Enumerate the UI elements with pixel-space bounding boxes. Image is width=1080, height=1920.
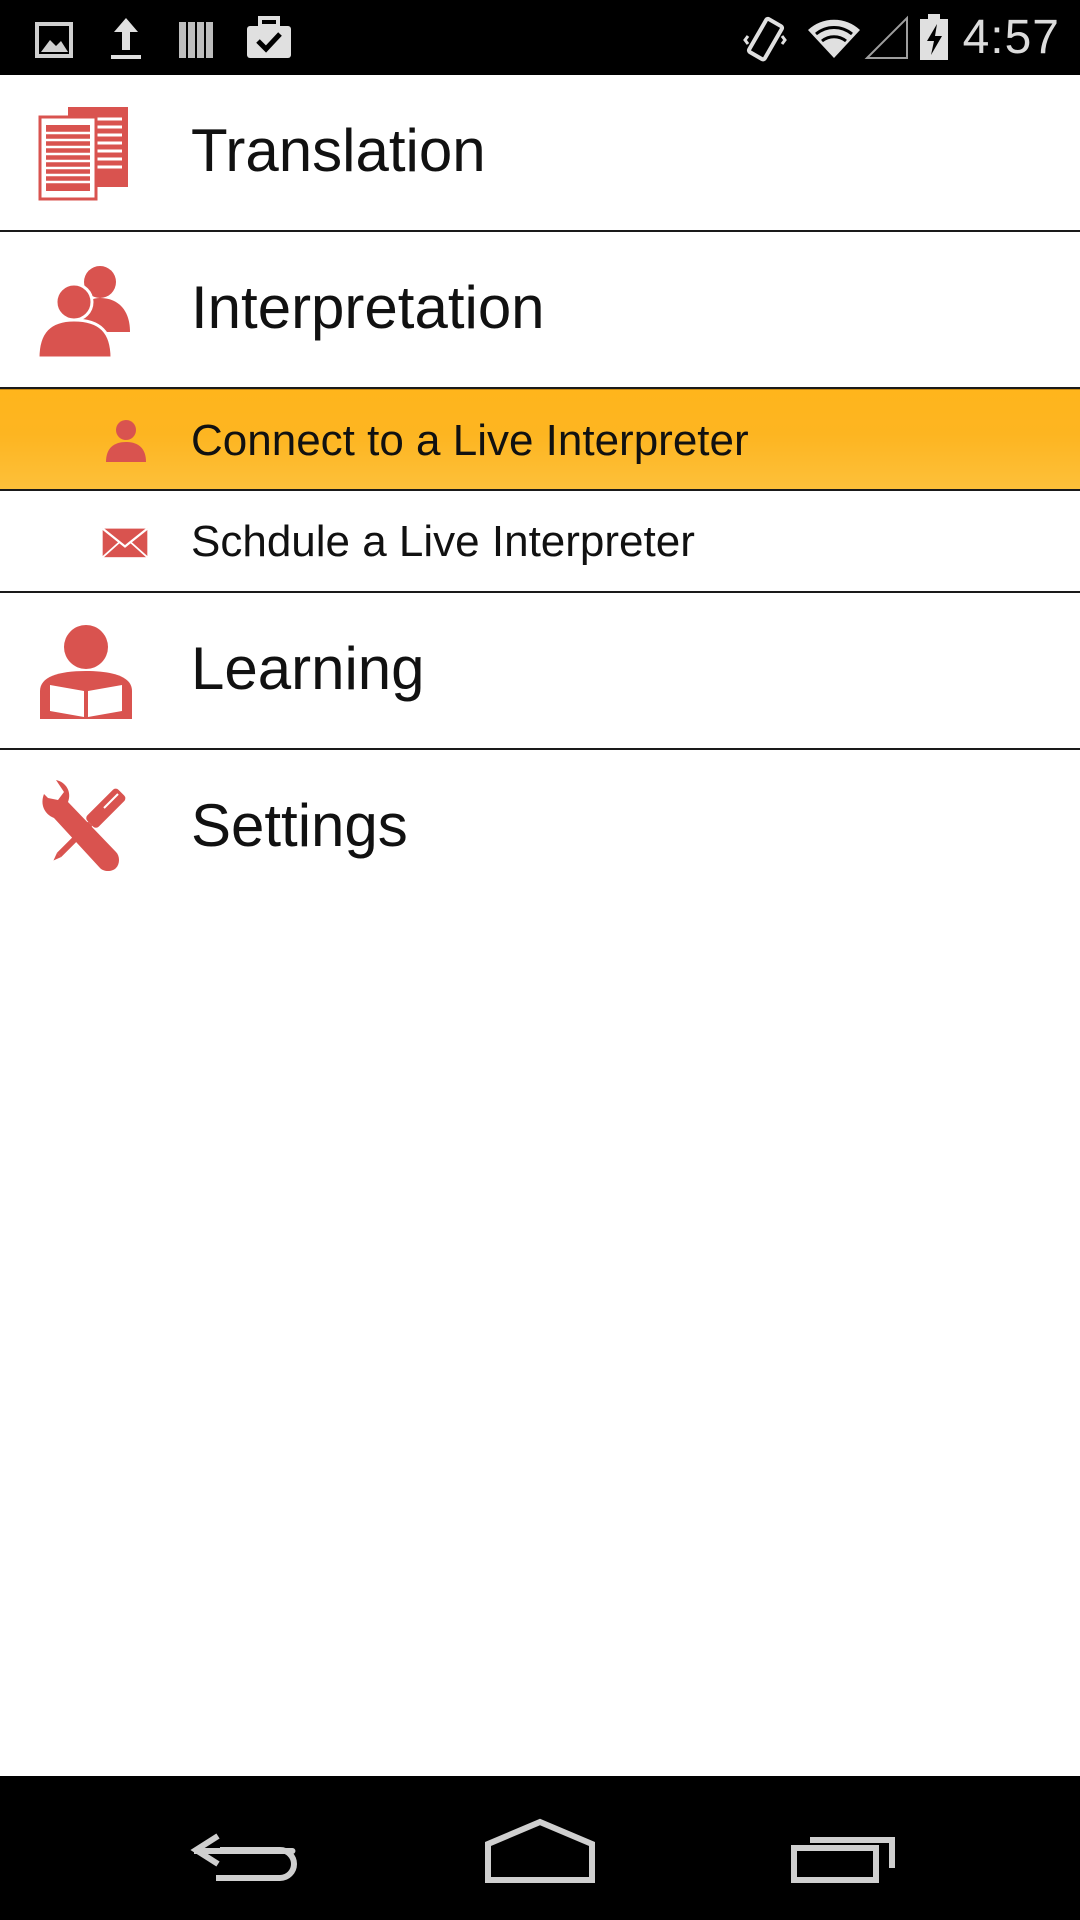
signal-icon	[864, 15, 908, 59]
library-icon	[179, 22, 213, 58]
gallery-icon	[35, 22, 73, 58]
navigation-bar	[0, 1776, 1080, 1920]
reader-icon	[40, 625, 132, 719]
menu-item-settings[interactable]: Settings	[0, 750, 1080, 907]
wifi-icon	[808, 19, 860, 58]
clock: 4:57	[962, 11, 1060, 64]
menu-item-learning[interactable]: Learning	[0, 593, 1080, 750]
menu-item-translation[interactable]: Translation	[0, 75, 1080, 232]
menu-item-label: Settings	[191, 792, 408, 859]
menu-item-label: Connect to a Live Interpreter	[191, 416, 749, 465]
menu-item-label: Learning	[191, 635, 425, 702]
people-icon	[38, 266, 130, 358]
recents-button[interactable]	[764, 1798, 924, 1898]
briefcase-check-icon	[247, 16, 291, 58]
battery-charging-icon	[920, 14, 948, 60]
home-icon	[485, 1818, 595, 1883]
recents-icon	[791, 1831, 896, 1883]
tools-icon	[42, 780, 126, 871]
menu-item-label: Interpretation	[191, 274, 545, 341]
back-button[interactable]	[160, 1798, 320, 1898]
home-button[interactable]	[460, 1798, 620, 1898]
menu-item-label: Schdule a Live Interpreter	[191, 517, 695, 566]
menu-item-interpretation[interactable]: Interpretation	[0, 232, 1080, 389]
status-bar: 4:57	[0, 0, 1080, 75]
menu-item-label: Translation	[191, 117, 486, 184]
main-menu: Translation Interpretation Connect to a …	[0, 75, 1080, 907]
vibrate-icon	[743, 16, 787, 62]
menu-item-schedule-live-interpreter[interactable]: Schdule a Live Interpreter	[0, 491, 1080, 593]
back-icon	[190, 1833, 297, 1881]
menu-item-connect-live-interpreter[interactable]: Connect to a Live Interpreter	[0, 389, 1080, 491]
person-icon	[106, 420, 146, 462]
document-icon	[38, 107, 128, 201]
envelope-icon	[101, 527, 149, 558]
upload-icon	[111, 18, 141, 59]
